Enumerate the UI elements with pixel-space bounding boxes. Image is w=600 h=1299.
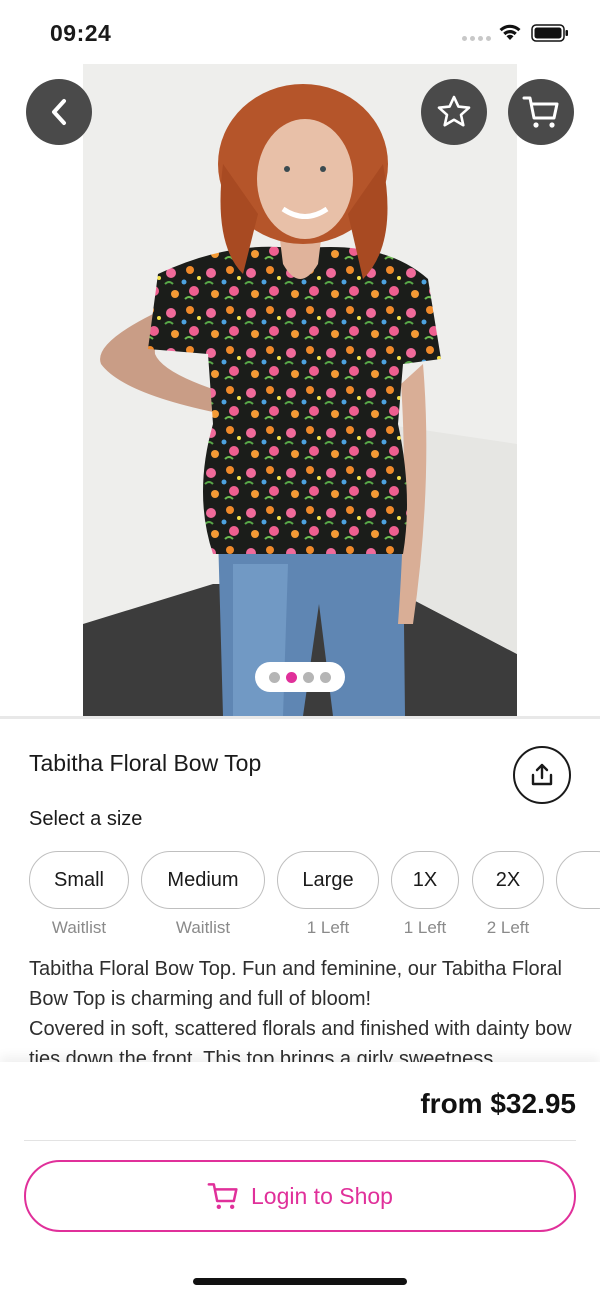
share-icon [531, 763, 553, 786]
size-availability: 1 Left [403, 918, 447, 937]
status-time: 09:24 [50, 20, 112, 46]
pager-dot[interactable] [303, 671, 314, 683]
size-availability: Waitlist [51, 918, 107, 937]
cart-icon [522, 96, 559, 128]
battery-icon [531, 24, 568, 42]
product-title: Tabitha Floral Bow Top [29, 750, 262, 776]
cart-button[interactable] [508, 79, 574, 145]
wifi-icon [499, 24, 521, 40]
status-bar: 09:24 [0, 0, 600, 64]
cart-icon [207, 1183, 238, 1209]
product-photo[interactable] [83, 64, 517, 716]
size-option-large[interactable]: Large [277, 851, 379, 909]
image-pager[interactable] [255, 662, 345, 692]
size-option-2x[interactable]: 2X [472, 851, 544, 909]
pager-dot-active[interactable] [286, 671, 297, 683]
purchase-bar: from $32.95 Login to Shop [0, 1062, 600, 1299]
login-button-label: Login to Shop [251, 1182, 393, 1209]
back-button[interactable] [26, 79, 92, 145]
size-option-more[interactable] [556, 851, 600, 909]
price: from $32.95 [420, 1088, 576, 1119]
divider [0, 716, 600, 719]
pager-dot[interactable] [269, 671, 280, 683]
product-photo-illustration [83, 64, 517, 716]
pager-dot[interactable] [320, 671, 331, 683]
back-icon [52, 99, 66, 125]
divider [24, 1140, 576, 1141]
size-option-medium[interactable]: Medium [141, 851, 265, 909]
size-option-1x[interactable]: 1X [391, 851, 459, 909]
size-option-small[interactable]: Small [29, 851, 129, 909]
size-availability: 2 Left [486, 918, 530, 937]
size-availability: 1 Left [306, 918, 350, 937]
size-selector[interactable]: Small Waitlist Medium Waitlist Large 1 L… [29, 851, 600, 951]
product-gallery[interactable] [0, 64, 600, 716]
home-indicator[interactable] [193, 1278, 407, 1285]
favorite-button[interactable] [421, 79, 487, 145]
star-icon [437, 95, 471, 127]
product-description: Tabitha Floral Bow Top. Fun and feminine… [29, 958, 572, 1062]
share-button[interactable] [513, 746, 571, 804]
signal-icon [462, 36, 491, 41]
select-size-label: Select a size [29, 808, 143, 830]
login-to-shop-button[interactable]: Login to Shop [24, 1160, 576, 1232]
size-availability: Waitlist [175, 918, 231, 937]
